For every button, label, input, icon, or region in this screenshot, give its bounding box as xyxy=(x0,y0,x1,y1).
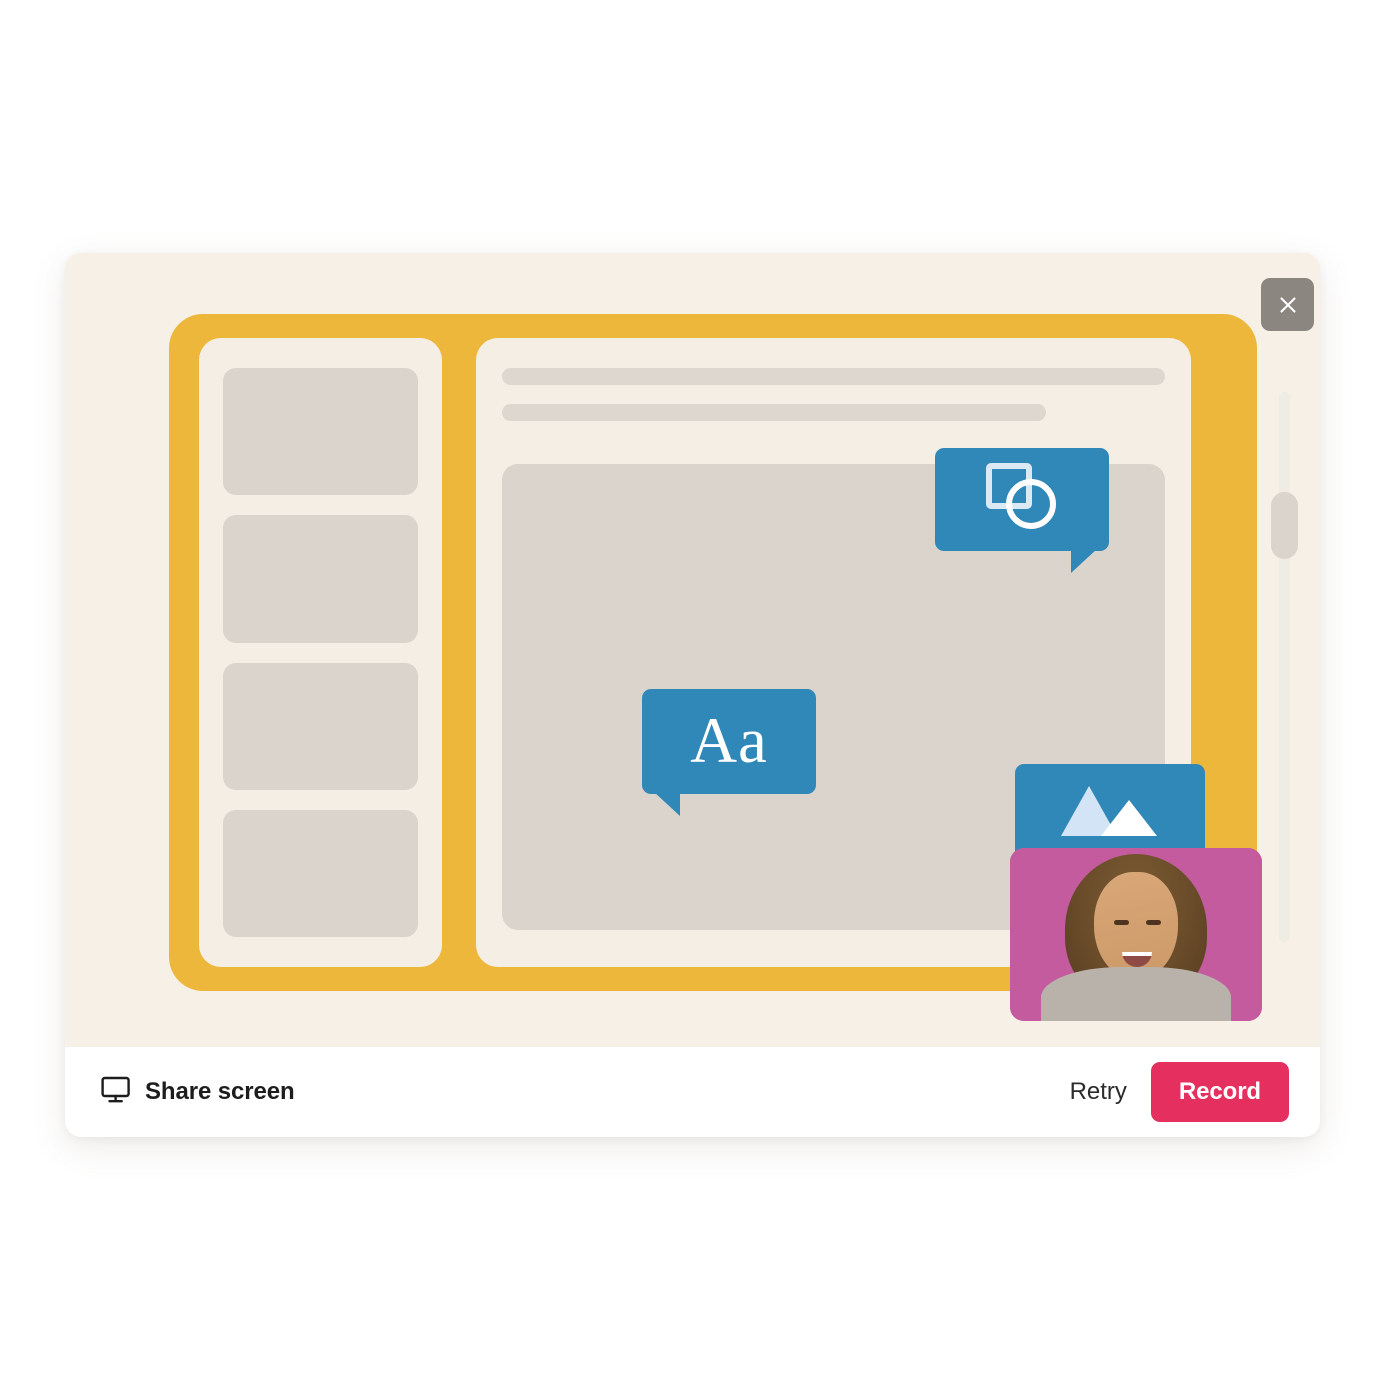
image-icon xyxy=(1057,782,1163,849)
slide-thumbnail[interactable] xyxy=(223,515,418,643)
shapes-icon xyxy=(983,462,1061,537)
monitor-icon xyxy=(101,1076,131,1109)
avatar-body xyxy=(1041,967,1231,1021)
screenshot-root: Aa Share screen Retry Record xyxy=(0,0,1400,1400)
preview-area: Aa xyxy=(65,253,1320,1047)
webcam-preview[interactable] xyxy=(1010,848,1262,1021)
slide-thumbnail[interactable] xyxy=(223,662,418,790)
record-button[interactable]: Record xyxy=(1150,1062,1289,1122)
scrollbar-thumb[interactable] xyxy=(1271,492,1298,559)
close-icon xyxy=(1277,294,1299,316)
callout-shapes[interactable] xyxy=(935,448,1109,573)
skeleton-line xyxy=(502,404,1046,421)
share-screen-label: Share screen xyxy=(145,1078,295,1105)
slide-thumbnail[interactable] xyxy=(223,368,418,496)
skeleton-line xyxy=(502,368,1165,385)
slide-thumbnail[interactable] xyxy=(223,809,418,937)
slide-thumbnail-sidebar xyxy=(199,338,442,967)
dialog-footer: Share screen Retry Record xyxy=(65,1047,1320,1137)
avatar-eye-left xyxy=(1114,920,1129,925)
share-screen-button[interactable]: Share screen xyxy=(101,1076,295,1109)
scrollbar-track[interactable] xyxy=(1279,392,1290,942)
recording-preview-dialog: Aa Share screen Retry Record xyxy=(65,253,1320,1137)
avatar-eye-right xyxy=(1146,920,1161,925)
close-button[interactable] xyxy=(1261,278,1314,331)
retry-button[interactable]: Retry xyxy=(1054,1068,1143,1116)
text-icon: Aa xyxy=(690,705,768,777)
callout-text[interactable]: Aa xyxy=(642,689,816,816)
